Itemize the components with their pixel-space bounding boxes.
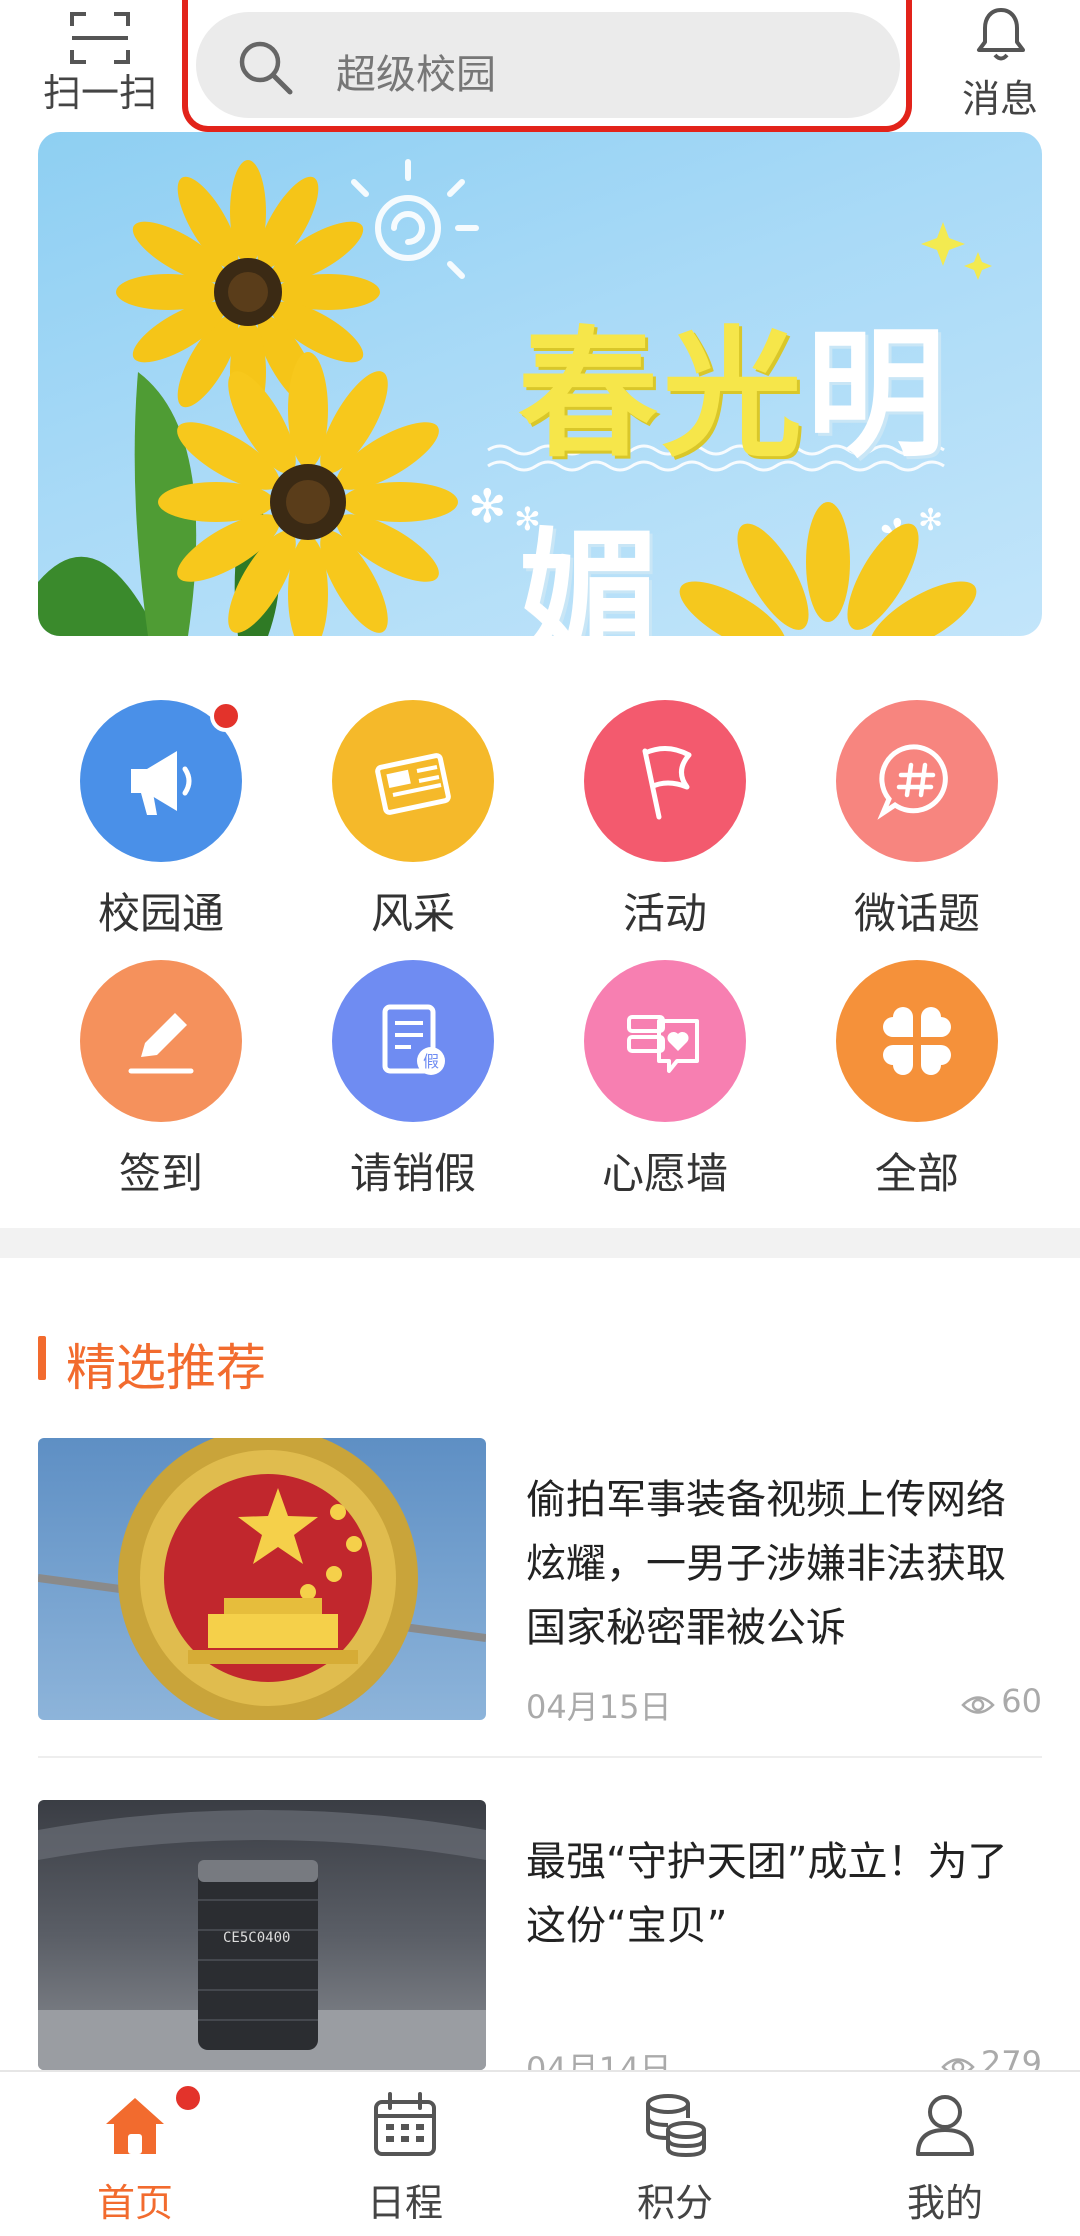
grid-item-label: 全部: [874, 1149, 959, 1198]
tab-points[interactable]: 积分: [540, 2072, 810, 2236]
notification-dot: [172, 2082, 204, 2114]
grid-item-label: 校园通: [97, 889, 224, 938]
news-item[interactable]: CE5C0400 最强“守护天团”成立！为了这份“宝贝” 04月14日 279: [38, 1800, 1042, 2100]
tab-label: 首页: [96, 2181, 173, 2225]
grid-item-label: 风采: [370, 889, 455, 938]
grid-item-label: 心愿墙: [601, 1149, 728, 1198]
news-views: 60: [961, 1682, 1042, 1720]
news-thumbnail: CE5C0400: [38, 1800, 486, 2070]
flag-icon: [584, 700, 746, 862]
grid-item-label: 微话题: [853, 889, 980, 938]
tab-schedule[interactable]: 日程: [270, 2072, 540, 2236]
user-icon: [916, 2095, 974, 2156]
grid-item-label: 活动: [622, 889, 707, 938]
tab-label: 积分: [636, 2181, 713, 2225]
message-button[interactable]: 消息: [940, 0, 1060, 121]
grid-item-activity[interactable]: 活动: [540, 690, 790, 940]
top-header: 扫一扫 超级校园 消息: [0, 0, 1080, 132]
tab-label: 我的: [906, 2181, 983, 2225]
function-grid: 校园通 风采 活动 微话题 签到 假 请销假 心愿墙 全部: [0, 680, 1080, 1220]
clover-grid-icon: [836, 960, 998, 1122]
grid-item-style[interactable]: 风采: [288, 690, 538, 940]
eye-icon: [961, 1696, 996, 1714]
bottom-tab-bar: 首页 日程 积分 我的: [0, 2070, 1080, 2236]
section-title-bar: [38, 1336, 46, 1380]
scan-button[interactable]: 扫一扫: [30, 0, 170, 120]
scan-icon: [70, 12, 130, 64]
tab-label: 日程: [366, 2181, 443, 2225]
tab-home[interactable]: 首页: [0, 2072, 270, 2236]
hashtag-chat-icon: [836, 700, 998, 862]
grid-item-campus-pass[interactable]: 校园通: [36, 690, 286, 940]
product-label: CE5C0400: [223, 1930, 291, 1946]
banner-title: 春光明媚: [518, 282, 1042, 636]
notification-dot: [210, 700, 242, 732]
section-separator: [0, 1228, 1080, 1258]
news-date: 04月15日: [526, 1688, 672, 1726]
scan-label: 扫一扫: [42, 71, 157, 115]
grid-item-wish-wall[interactable]: 心愿墙: [540, 950, 790, 1200]
pencil-icon: [80, 960, 242, 1122]
bell-icon: [977, 8, 1025, 61]
svg-text:假: 假: [423, 1052, 439, 1071]
coins-icon: [646, 2094, 706, 2158]
message-label: 消息: [961, 77, 1038, 121]
leave-form-icon: 假: [332, 960, 494, 1122]
banner-title-part1: 春光: [518, 313, 807, 477]
banner-carousel[interactable]: ✻✻ ✻✻: [38, 132, 1042, 636]
svg-text:✻: ✻: [468, 479, 507, 533]
annotation-outline: [182, 0, 912, 132]
tab-profile[interactable]: 我的: [810, 2072, 1080, 2236]
newspaper-icon: [332, 700, 494, 862]
news-item[interactable]: 偷拍军事装备视频上传网络炫耀，一男子涉嫌非法获取国家秘密罪被公诉 04月15日 …: [38, 1438, 1042, 1738]
grid-item-leave-request[interactable]: 假 请销假: [288, 950, 538, 1200]
grid-item-micro-topic[interactable]: 微话题: [792, 690, 1042, 940]
calendar-icon: [374, 2092, 436, 2156]
grid-item-label: 签到: [118, 1149, 203, 1198]
heart-message-icon: [584, 960, 746, 1122]
news-view-count: 60: [1001, 1682, 1042, 1720]
news-title: 最强“守护天团”成立！为了这份“宝贝”: [526, 1839, 1008, 1949]
home-icon: [106, 2098, 164, 2154]
grid-item-label: 请销假: [349, 1149, 476, 1198]
section-title-text: 精选推荐: [66, 1339, 266, 1397]
grid-item-all[interactable]: 全部: [792, 950, 1042, 1200]
news-title: 偷拍军事装备视频上传网络炫耀，一男子涉嫌非法获取国家秘密罪被公诉: [526, 1477, 1006, 1651]
list-divider: [38, 1756, 1042, 1758]
news-thumbnail: [38, 1438, 486, 1720]
grid-item-check-in[interactable]: 签到: [36, 950, 286, 1200]
